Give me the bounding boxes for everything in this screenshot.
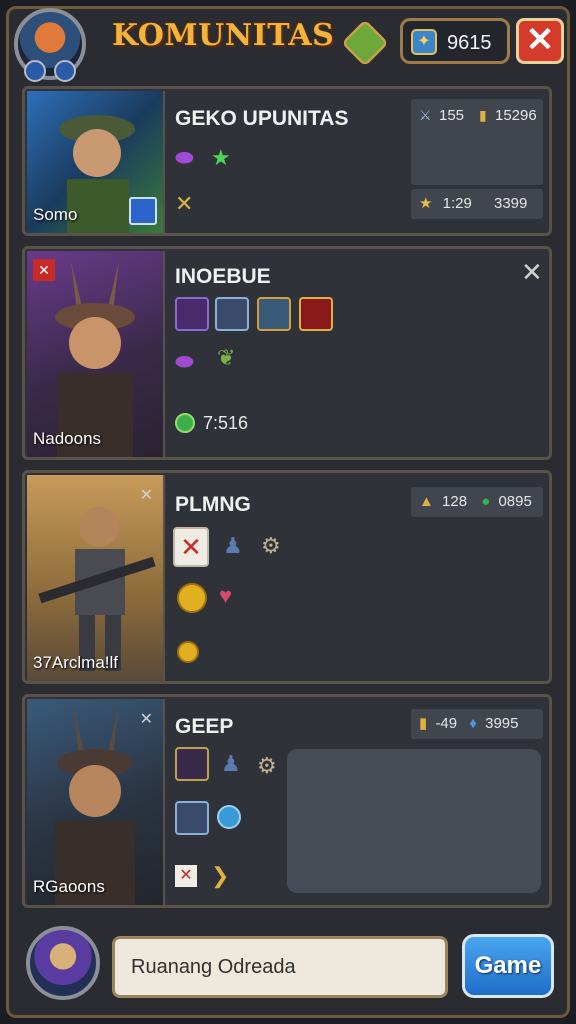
orb-icon [217,805,241,829]
stats-panel: ⚔ 155 ▮ 15296 [411,99,543,185]
card-title: PLMNG [175,493,251,516]
rank-icon [129,197,157,225]
hero-figure [55,261,135,457]
soldier-icon: ♟ [221,751,241,776]
hero-name: RGaoons [33,877,105,896]
star-icon: ★ [419,195,433,212]
stat-value: 155 [439,107,465,124]
pack-icon: ⚙ [257,753,277,778]
swords-icon: ✕ [175,191,194,216]
stat-value: -49 [435,715,458,732]
gem-icon: ⬬ [175,145,194,170]
stat-value: 15296 [495,107,537,124]
remove-icon[interactable]: ✕ [175,865,197,887]
stats-row: ★ 1:29 3399 [411,189,543,219]
close-button[interactable]: ✕ [516,18,564,64]
pack-icon: ⚙ [261,533,281,558]
hero-name: Somo [33,205,78,224]
community-card[interactable]: ✕ 37Arclma!lf PLMNG ▲ 128 ● 0895 ✕ ♟ ⚙ ♥ [22,470,552,684]
item-icon[interactable] [175,801,209,835]
soldier-icon: ♟ [223,533,243,558]
close-icon[interactable]: ✕ [140,485,153,505]
header: KOMUNITAS ✦ 9615 ✕ [0,0,576,82]
stat-value: 128 [442,493,468,510]
star-icon: ★ [211,145,231,170]
horn-icon: ❯ [211,863,230,888]
flag-icon: ✕ [33,259,55,281]
currency-icon: ✦ [411,29,437,55]
stats-row: ▲ 128 ● 0895 [411,487,543,517]
chat-bubble [287,749,541,893]
pillar-icon: ▮ [419,715,428,732]
meat-icon: ♥ [219,583,233,608]
hero-figure [38,507,156,671]
currency-value: 9615 [447,32,492,54]
gold-coin-icon [177,583,207,613]
item-icon[interactable] [257,297,291,331]
card-title: INOEBUE [175,265,271,288]
leaf-icon: ❦ [217,345,236,370]
item-icon[interactable] [175,747,209,781]
badge-icon [54,60,76,82]
item-icon[interactable] [175,297,209,331]
close-icon[interactable]: ✕ [140,709,153,729]
attack-icon: ⚔ [419,107,432,123]
badge-icon [24,60,46,82]
close-icon[interactable]: ✕ [521,257,543,288]
hero-portrait: ✕ RGaoons [27,699,165,905]
card-title: GEEP [175,715,234,738]
chat-input[interactable]: Ruanang Odreada [112,936,448,998]
card-title: GEKO UPUNITAS [175,107,349,130]
stats-row: ▮ -49 ♦ 3995 [411,709,543,739]
shield-icon: ♦ [469,715,477,732]
community-card[interactable]: ✕ RGaoons GEEP ▮ -49 ♦ 3995 ♟ ⚙ ✕ ❯ [22,694,552,908]
hero-portrait: Somo [27,91,165,233]
game-button[interactable]: Game [462,934,554,998]
leaf-badge-icon[interactable] [341,19,389,67]
hero-portrait: ✕ Nadoons [27,251,165,457]
community-card[interactable]: Somo GEKO UPUNITAS ⬬ ★ ✕ ⚔ 155 ▮ 15296 ★… [22,86,552,236]
item-icon[interactable] [215,297,249,331]
hero-name: 37Arclma!lf [33,653,119,672]
coin-icon [175,413,195,433]
hero-portrait: ✕ 37Arclma!lf [27,475,165,681]
stat-value: 3995 [485,715,519,732]
page-title: KOMUNITAS [112,18,335,53]
player-avatar[interactable] [26,926,100,1000]
potion-icon: ⬬ [175,349,194,374]
player-avatar[interactable] [14,8,86,82]
item-icon[interactable] [299,297,333,331]
remove-icon[interactable]: ✕ [173,527,209,567]
gold-coin-icon [177,641,199,663]
community-card[interactable]: ✕ Nadoons INOEBUE ✕ ⬬ ❦ 7:516 [22,246,552,460]
hero-name: Nadoons [33,429,102,448]
coin-icon: ● [481,493,491,510]
hero-figure [55,705,135,905]
stat-value: 0895 [498,493,532,510]
gold-icon: ▮ [479,107,487,123]
currency-display[interactable]: ✦ 9615 [400,18,510,64]
stat-value: 3399 [494,195,528,212]
stat-value: 1:29 [442,195,472,212]
stat-value: 7:516 [203,413,249,433]
thumb-icon: ▲ [419,493,434,510]
